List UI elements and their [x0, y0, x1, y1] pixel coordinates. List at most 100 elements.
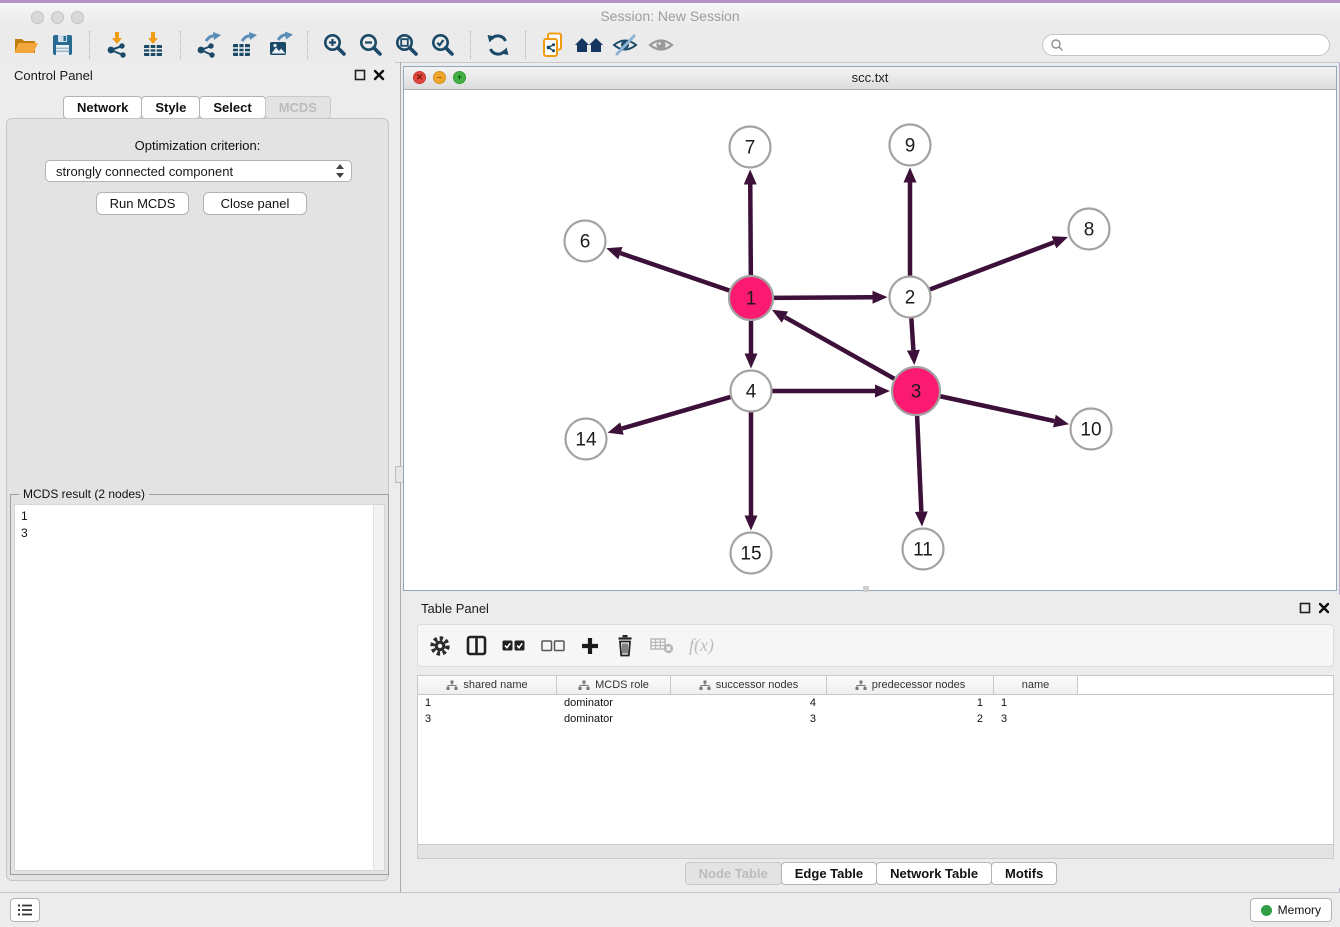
- graph-node-label-1: 1: [746, 288, 757, 309]
- zoom-fit-button[interactable]: [389, 29, 425, 61]
- table-row[interactable]: 1 dominator 4 1 1: [418, 695, 1333, 711]
- function-builder-button[interactable]: f(x): [689, 635, 714, 656]
- network-window: ✕ – + scc.txt 7968124314101511: [403, 66, 1337, 591]
- graph-edge-3-11[interactable]: [917, 414, 921, 512]
- memory-status-icon: [1261, 905, 1272, 916]
- select-all-icon: [502, 639, 526, 652]
- table-panel: Table Panel: [403, 595, 1340, 888]
- hierarchy-icon: [446, 680, 458, 691]
- graph-edge-1-6[interactable]: [620, 253, 731, 291]
- zoom-out-button[interactable]: [353, 29, 389, 61]
- close-panel-icon[interactable]: [373, 69, 385, 81]
- column-header-name[interactable]: name: [994, 676, 1078, 694]
- result-scrollbar[interactable]: [373, 505, 384, 870]
- hide-selected-button[interactable]: [607, 29, 643, 61]
- show-all-button[interactable]: [643, 29, 679, 61]
- open-session-button[interactable]: [8, 29, 44, 61]
- tab-edge-table[interactable]: Edge Table: [781, 862, 877, 885]
- mcds-result-title: MCDS result (2 nodes): [19, 487, 149, 501]
- hide-selected-icon: [611, 31, 639, 59]
- control-panel-title: Control Panel: [14, 68, 93, 83]
- result-line: 3: [21, 525, 378, 542]
- home-layout-icon: [574, 31, 604, 59]
- home-layout-button[interactable]: [571, 29, 607, 61]
- graph-node-label-15: 15: [740, 543, 761, 564]
- zoom-in-button[interactable]: [317, 29, 353, 61]
- delete-table-button[interactable]: [650, 637, 674, 654]
- search-input[interactable]: [1069, 37, 1329, 54]
- mcds-result-area[interactable]: 1 3: [14, 504, 385, 871]
- zoom-out-icon: [357, 31, 385, 59]
- tab-select[interactable]: Select: [199, 96, 265, 119]
- tab-style[interactable]: Style: [141, 96, 200, 119]
- graph-node-label-6: 6: [580, 231, 591, 252]
- table-header-row: shared name MCDS role successor nodes pr…: [418, 676, 1333, 695]
- delete-button[interactable]: [615, 634, 635, 657]
- graph-edge-1-2[interactable]: [772, 297, 873, 298]
- graph-edge-3-10[interactable]: [938, 396, 1054, 421]
- graph-edge-2-8[interactable]: [928, 242, 1054, 290]
- add-column-icon: [580, 636, 600, 656]
- export-table-button[interactable]: [226, 29, 262, 61]
- import-table-button[interactable]: [135, 29, 171, 61]
- memory-button[interactable]: Memory: [1250, 898, 1332, 922]
- columns-icon: [466, 635, 487, 656]
- tab-mcds[interactable]: MCDS: [265, 96, 331, 119]
- gear-button[interactable]: [429, 635, 451, 657]
- search-icon: [1050, 38, 1064, 52]
- import-table-icon: [139, 31, 167, 59]
- main-toolbar: [0, 28, 1340, 63]
- window-resize-grip[interactable]: [863, 586, 869, 592]
- task-history-button[interactable]: [10, 898, 40, 922]
- export-image-icon: [266, 31, 294, 59]
- table-tabs: Node Table Edge Table Network Table Moti…: [403, 862, 1340, 885]
- graph-node-label-4: 4: [746, 381, 757, 402]
- table-horizontal-scrollbar[interactable]: [417, 845, 1334, 859]
- save-session-button[interactable]: [44, 29, 80, 61]
- graph-edge-2-3[interactable]: [911, 316, 913, 350]
- titlebar: Session: New Session: [0, 3, 1340, 29]
- import-network-icon: [103, 31, 131, 59]
- graph-node-label-2: 2: [905, 287, 916, 308]
- import-network-button[interactable]: [99, 29, 135, 61]
- select-all-button[interactable]: [502, 639, 526, 652]
- control-panel: Control Panel Network Style Select MCDS …: [0, 62, 395, 892]
- hierarchy-icon: [855, 680, 867, 691]
- column-header-successor-nodes[interactable]: successor nodes: [671, 676, 827, 694]
- graph-node-label-3: 3: [911, 381, 922, 402]
- network-graph[interactable]: 7968124314101511: [404, 89, 1336, 590]
- run-mcds-button[interactable]: Run MCDS: [96, 192, 189, 215]
- graph-node-label-14: 14: [575, 429, 597, 450]
- tab-motifs[interactable]: Motifs: [991, 862, 1057, 885]
- table-row[interactable]: 3 dominator 3 2 3: [418, 711, 1333, 727]
- column-header-shared-name[interactable]: shared name: [418, 676, 557, 694]
- refresh-button[interactable]: [480, 29, 516, 61]
- graph-node-label-7: 7: [745, 137, 756, 158]
- save-session-icon: [48, 31, 76, 59]
- graph-edge-4-14[interactable]: [622, 396, 732, 428]
- close-panel-icon[interactable]: [1318, 602, 1330, 614]
- node-table: shared name MCDS role successor nodes pr…: [417, 675, 1334, 845]
- export-image-button[interactable]: [262, 29, 298, 61]
- columns-button[interactable]: [466, 635, 487, 656]
- add-column-button[interactable]: [580, 636, 600, 656]
- tab-network-table[interactable]: Network Table: [876, 862, 992, 885]
- column-header-predecessor-nodes[interactable]: predecessor nodes: [827, 676, 994, 694]
- hierarchy-icon: [578, 680, 590, 691]
- optimization-select[interactable]: strongly connected component: [45, 160, 352, 182]
- deselect-all-button[interactable]: [541, 639, 565, 652]
- close-panel-button[interactable]: Close panel: [203, 192, 307, 215]
- tab-node-table[interactable]: Node Table: [685, 862, 782, 885]
- column-header-mcds-role[interactable]: MCDS role: [557, 676, 671, 694]
- toolbar-separator: [470, 31, 471, 59]
- float-panel-icon[interactable]: [354, 69, 366, 81]
- stepper-arrows-icon: [335, 163, 345, 179]
- graph-edge-3-1[interactable]: [785, 317, 896, 380]
- zoom-selected-button[interactable]: [425, 29, 461, 61]
- network-window-titlebar[interactable]: ✕ – + scc.txt: [404, 67, 1336, 90]
- float-panel-icon[interactable]: [1299, 602, 1311, 614]
- graph-edge-1-7[interactable]: [750, 184, 751, 277]
- clone-network-button[interactable]: [535, 29, 571, 61]
- export-network-button[interactable]: [190, 29, 226, 61]
- tab-network[interactable]: Network: [63, 96, 142, 119]
